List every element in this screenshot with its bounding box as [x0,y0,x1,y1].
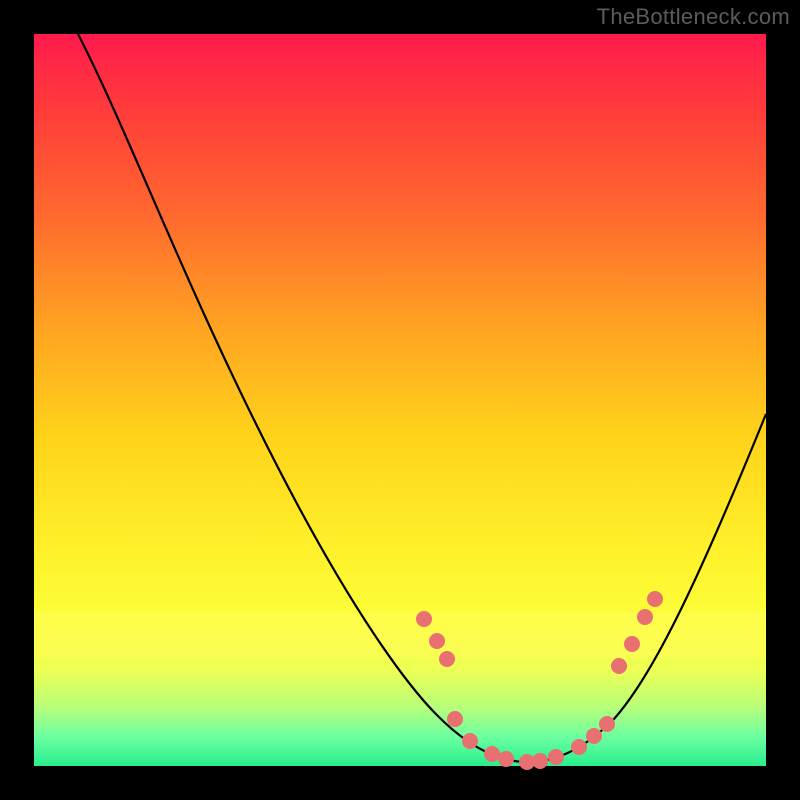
marker-dot [498,751,514,767]
bottleneck-curve [78,34,766,762]
marker-dot [647,591,663,607]
marker-dot [484,746,500,762]
marker-dot [462,733,478,749]
marker-dot [548,749,564,765]
marker-dot [416,611,432,627]
chart-frame: TheBottleneck.com [0,0,800,800]
marker-dot [586,728,602,744]
marker-dot [611,658,627,674]
marker-dot [571,739,587,755]
marker-dot [532,753,548,769]
marker-dot [599,716,615,732]
marker-dot [447,711,463,727]
marker-dot [637,609,653,625]
chart-svg [34,34,766,766]
watermark-text: TheBottleneck.com [597,4,790,30]
marker-dot [429,633,445,649]
marker-dot [439,651,455,667]
curve-markers [416,591,663,770]
marker-dot [624,636,640,652]
